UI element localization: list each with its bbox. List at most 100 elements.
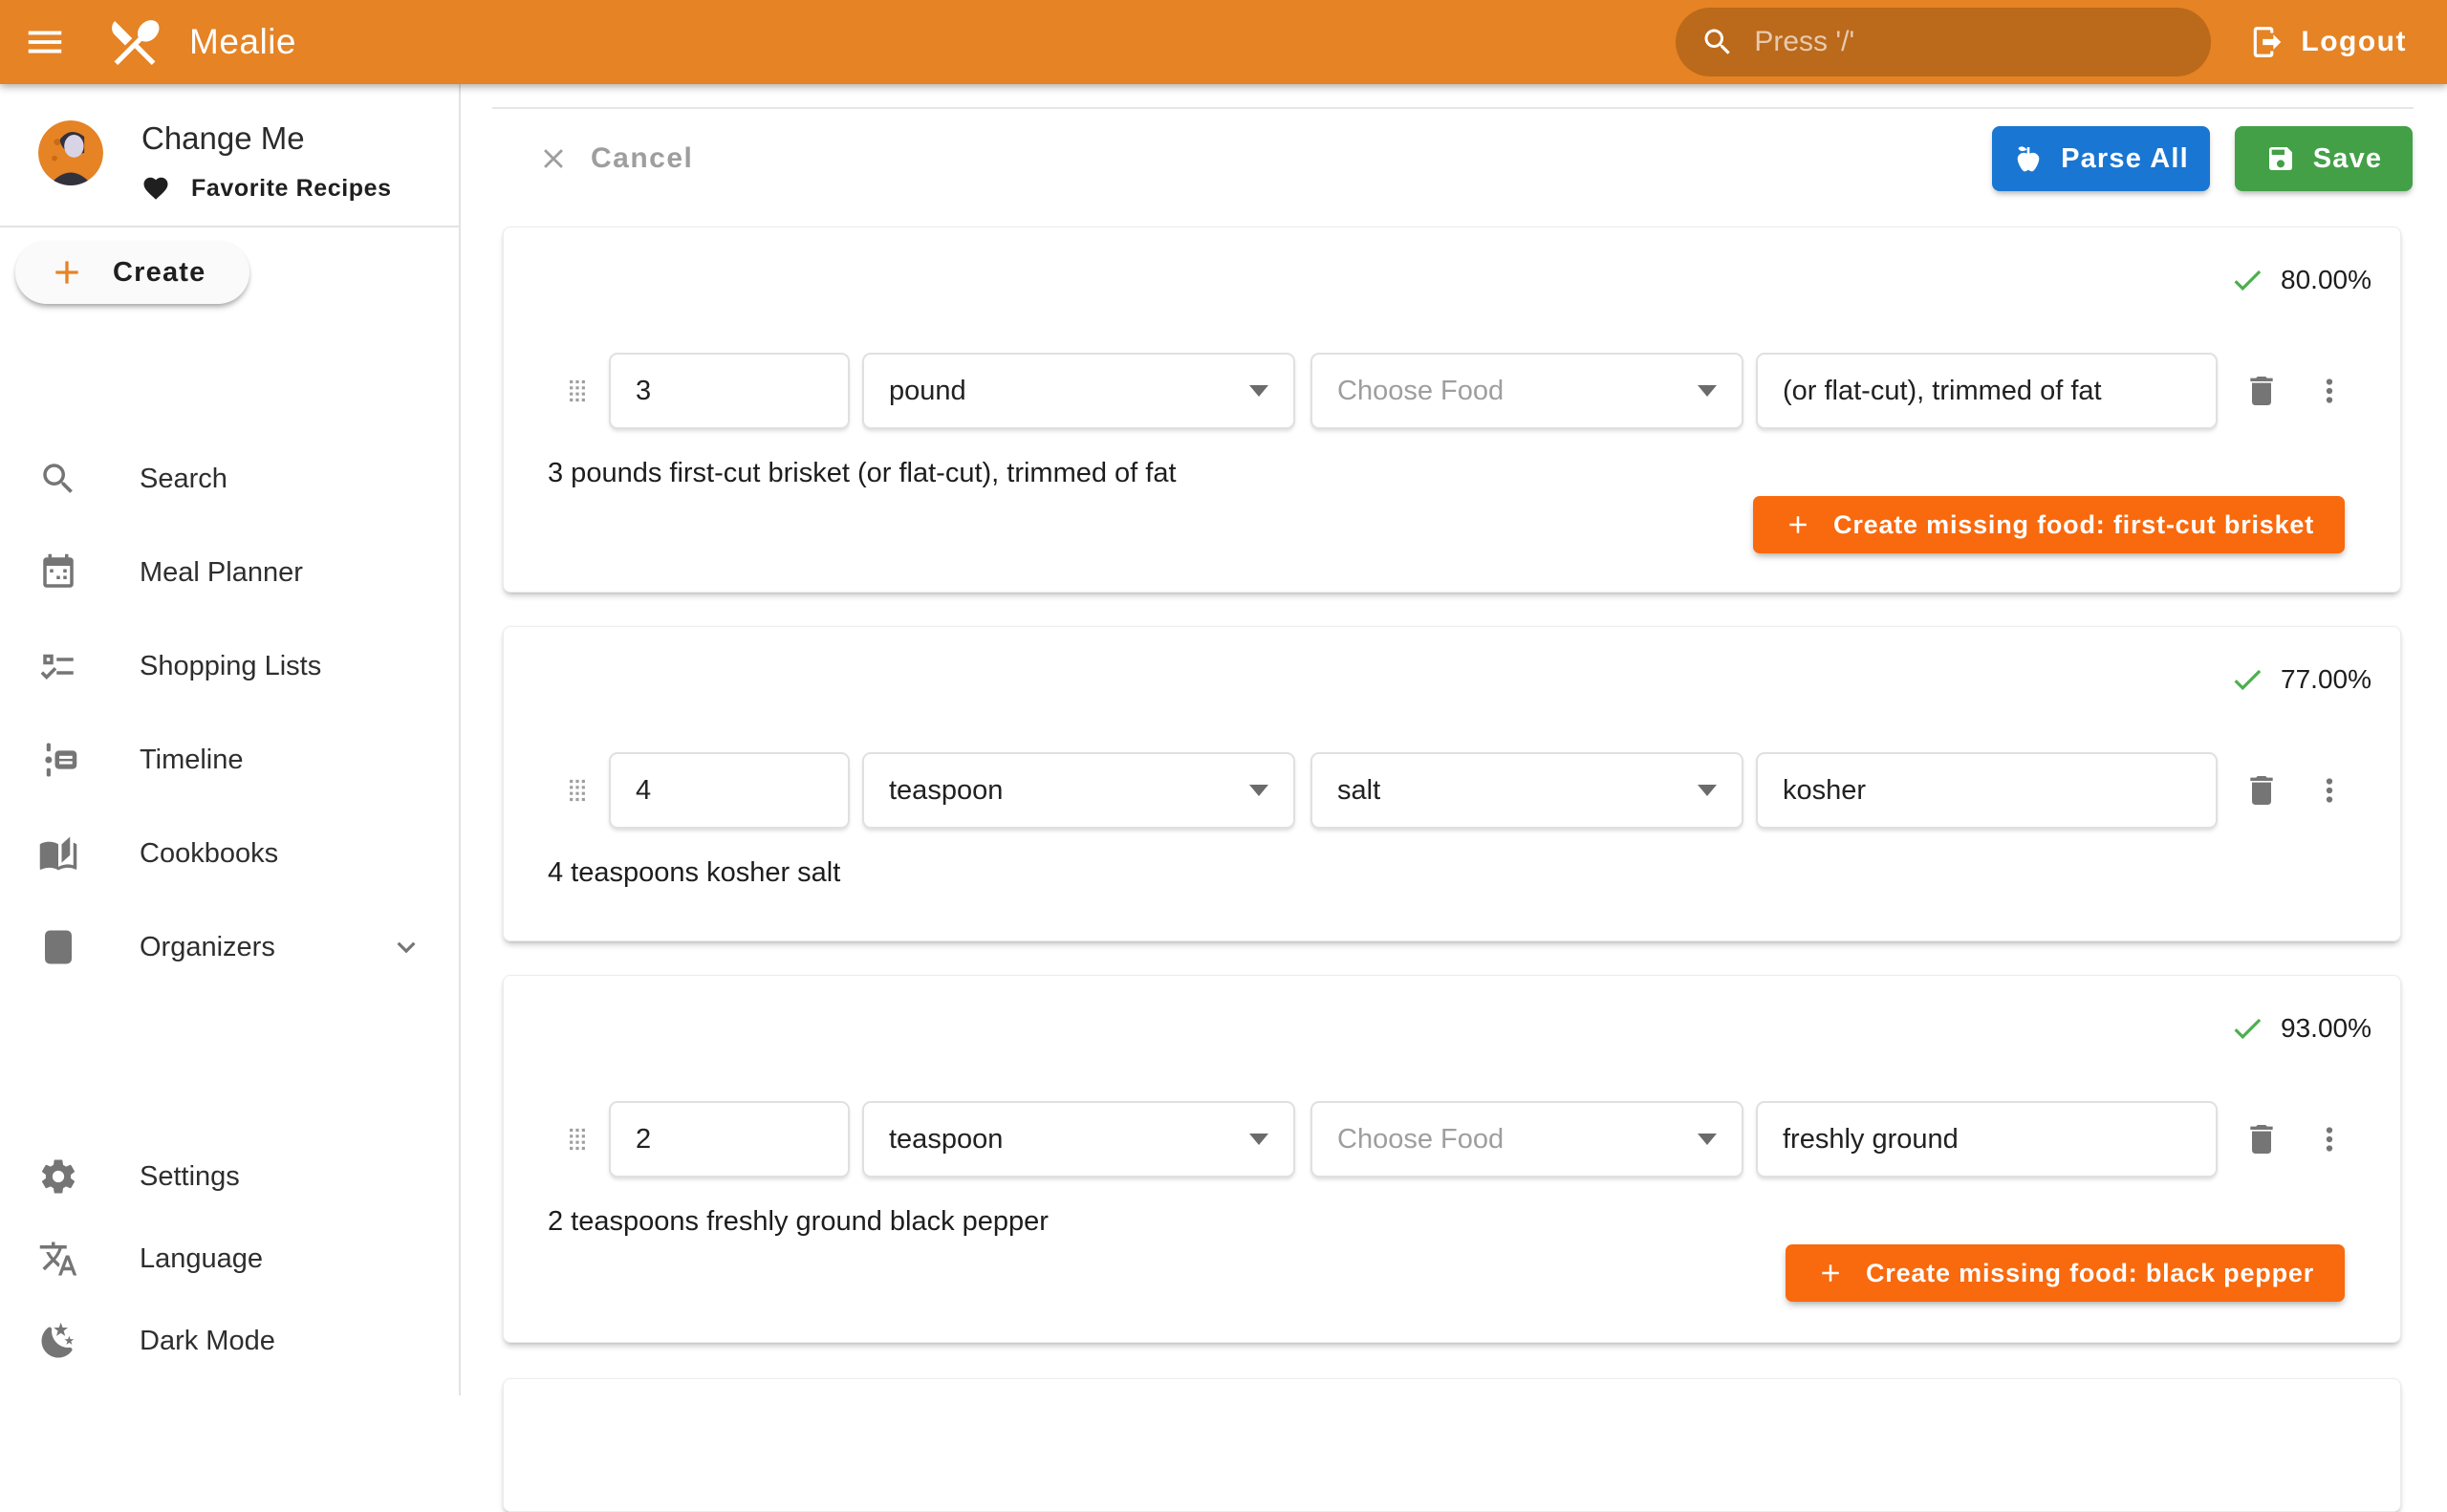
- sidebar-item-organizers[interactable]: Organizers: [0, 900, 459, 994]
- mealie-logo-icon: [105, 12, 164, 72]
- sidebar-item-meal-planner[interactable]: Meal Planner: [0, 526, 459, 619]
- close-icon: [537, 142, 570, 175]
- logout-button[interactable]: Logout: [2249, 24, 2407, 60]
- note-input[interactable]: [1756, 752, 2218, 829]
- chevron-down-icon: [388, 929, 424, 965]
- dropdown-caret-icon: [1249, 785, 1268, 796]
- logout-icon: [2249, 24, 2285, 60]
- food-select[interactable]: salt: [1310, 752, 1743, 829]
- check-icon: [2229, 1010, 2265, 1047]
- confidence-indicator: 93.00%: [2229, 1010, 2371, 1047]
- sidebar-item-settings[interactable]: Settings: [0, 1135, 459, 1218]
- organizers-icon: [38, 927, 78, 967]
- ingredient-card: 93.00% teaspoon Choose Food 2 teaspo: [503, 975, 2401, 1343]
- moon-icon: [38, 1321, 78, 1361]
- quantity-input[interactable]: [609, 353, 850, 429]
- confidence-indicator: 77.00%: [2229, 661, 2371, 698]
- check-icon: [2229, 262, 2265, 298]
- menu-icon[interactable]: [23, 20, 67, 64]
- confidence-value: 80.00%: [2281, 265, 2371, 295]
- delete-button[interactable]: [2242, 372, 2281, 410]
- trash-icon: [2242, 372, 2281, 410]
- unit-select[interactable]: pound: [862, 353, 1295, 429]
- avatar[interactable]: [38, 120, 103, 185]
- sidebar-item-dark-mode[interactable]: Dark Mode: [0, 1300, 459, 1382]
- divider: [492, 107, 2414, 109]
- logout-label: Logout: [2301, 26, 2407, 58]
- search-input-wrapper[interactable]: [1676, 8, 2211, 76]
- sidebar-item-timeline[interactable]: Timeline: [0, 713, 459, 807]
- drag-handle-icon[interactable]: [559, 1117, 596, 1161]
- save-icon: [2265, 143, 2296, 174]
- search-icon: [38, 459, 78, 499]
- dropdown-caret-icon: [1698, 385, 1717, 397]
- confidence-indicator: 80.00%: [2229, 262, 2371, 298]
- app-bar: Mealie Logout: [0, 0, 2447, 84]
- trash-icon: [2242, 771, 2281, 810]
- create-missing-food-button[interactable]: Create missing food: first-cut brisket: [1753, 496, 2345, 553]
- kebab-menu-icon: [2311, 373, 2348, 409]
- more-options-button[interactable]: [2311, 772, 2348, 809]
- plus-icon: [1816, 1259, 1845, 1287]
- unit-select[interactable]: teaspoon: [862, 752, 1295, 829]
- quantity-input[interactable]: [609, 752, 850, 829]
- delete-button[interactable]: [2242, 1120, 2281, 1158]
- app-title: Mealie: [189, 22, 296, 62]
- translate-icon: [38, 1239, 78, 1279]
- more-options-button[interactable]: [2311, 373, 2348, 409]
- sidebar-footer: Settings Language Dark Mode: [0, 1135, 459, 1382]
- drag-handle-icon[interactable]: [559, 369, 596, 413]
- create-missing-food-button[interactable]: Create missing food: black pepper: [1786, 1244, 2345, 1302]
- dropdown-caret-icon: [1698, 1134, 1717, 1145]
- favorite-recipes-link[interactable]: Favorite Recipes: [141, 174, 392, 203]
- parse-all-button[interactable]: Parse All: [1992, 126, 2210, 191]
- more-options-button[interactable]: [2311, 1121, 2348, 1157]
- quantity-input[interactable]: [609, 1101, 850, 1177]
- sidebar-item-shopping-lists[interactable]: Shopping Lists: [0, 619, 459, 713]
- favorite-recipes-label: Favorite Recipes: [191, 175, 392, 203]
- search-icon: [1700, 25, 1735, 59]
- gear-icon: [38, 1156, 78, 1197]
- confidence-value: 93.00%: [2281, 1013, 2371, 1044]
- sidebar: Change Me Favorite Recipes Create Search…: [0, 84, 461, 1395]
- search-input[interactable]: [1754, 26, 2186, 58]
- food-select[interactable]: Choose Food: [1310, 1101, 1743, 1177]
- divider: [0, 226, 459, 227]
- original-ingredient-text: 3 pounds first-cut brisket (or flat-cut)…: [548, 458, 1177, 489]
- dropdown-caret-icon: [1698, 785, 1717, 796]
- heart-icon: [141, 174, 170, 203]
- original-ingredient-text: 4 teaspoons kosher salt: [548, 857, 840, 889]
- original-ingredient-text: 2 teaspoons freshly ground black pepper: [548, 1206, 1049, 1238]
- dropdown-caret-icon: [1249, 1134, 1268, 1145]
- user-block: Change Me Favorite Recipes: [38, 120, 444, 203]
- checklist-icon: [38, 646, 78, 686]
- sidebar-nav: Search Meal Planner Shopping Lists Timel…: [0, 432, 459, 994]
- drag-handle-icon[interactable]: [559, 768, 596, 812]
- sidebar-item-language[interactable]: Language: [0, 1218, 459, 1300]
- create-label: Create: [113, 257, 206, 289]
- create-button[interactable]: Create: [15, 241, 249, 304]
- sidebar-item-cookbooks[interactable]: Cookbooks: [0, 807, 459, 900]
- cancel-button[interactable]: Cancel: [537, 126, 693, 191]
- confidence-value: 77.00%: [2281, 664, 2371, 695]
- apple-icon: [2013, 143, 2044, 174]
- ingredient-parser-main: Cancel Parse All Save 80.00% pound Choos…: [461, 84, 2447, 1395]
- calendar-icon: [38, 552, 78, 593]
- kebab-menu-icon: [2311, 1121, 2348, 1157]
- sidebar-item-search[interactable]: Search: [0, 432, 459, 526]
- note-input[interactable]: [1756, 353, 2218, 429]
- trash-icon: [2242, 1120, 2281, 1158]
- note-input[interactable]: [1756, 1101, 2218, 1177]
- save-button[interactable]: Save: [2235, 126, 2413, 191]
- user-name: Change Me: [141, 120, 392, 157]
- ingredient-card: 80.00% pound Choose Food 3 pounds fi: [503, 227, 2401, 593]
- kebab-menu-icon: [2311, 772, 2348, 809]
- plus-icon: [48, 253, 86, 292]
- book-open-icon: [38, 833, 78, 874]
- ingredient-card-partial: [503, 1378, 2401, 1512]
- food-select[interactable]: Choose Food: [1310, 353, 1743, 429]
- unit-select[interactable]: teaspoon: [862, 1101, 1295, 1177]
- ingredient-card: 77.00% teaspoon salt 4 teaspoons kos: [503, 626, 2401, 941]
- plus-icon: [1784, 510, 1812, 539]
- delete-button[interactable]: [2242, 771, 2281, 810]
